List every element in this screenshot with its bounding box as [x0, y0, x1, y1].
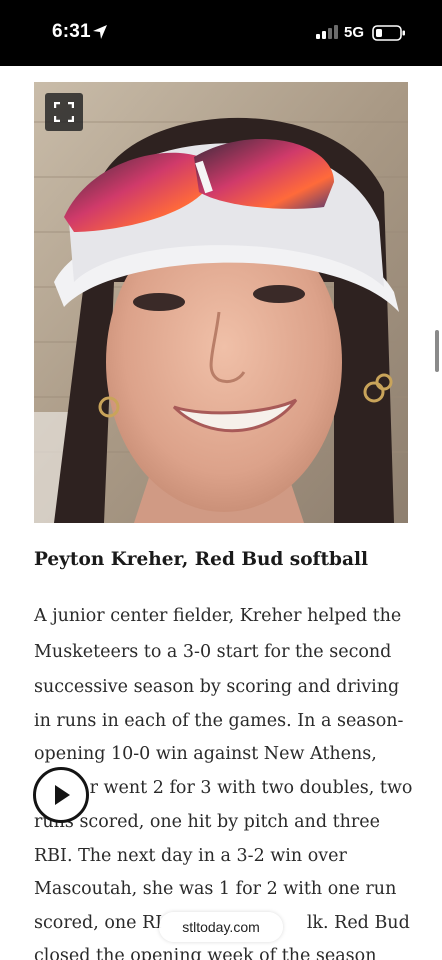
expand-photo-button[interactable] [45, 93, 83, 131]
play-audio-button[interactable] [33, 767, 89, 823]
article-line: Mascoutah, she was 1 for 2 with one run [34, 879, 397, 899]
article-photo[interactable] [34, 82, 408, 523]
status-time: 6:31 [52, 21, 91, 42]
article-line: closed the opening week of the season [34, 946, 377, 960]
article-line: runs scored, one hit by pitch and three [34, 812, 380, 832]
source-domain-pill[interactable]: stltoday.com [159, 912, 283, 942]
battery-icon [372, 25, 405, 41]
article-line: Musketeers to a 3-0 start for the second [34, 642, 392, 662]
network-label: 5G [344, 24, 365, 41]
article-line: in runs in each of the games. In a seaso… [34, 711, 404, 731]
article-headline: Peyton Kreher, Red Bud softball [34, 549, 369, 570]
article-line: A junior center fielder, Kreher helped t… [34, 606, 402, 626]
status-bar: 6:31 5G [0, 0, 442, 66]
expand-fullscreen-icon [54, 102, 74, 122]
play-icon [55, 785, 70, 805]
cellular-signal-icon [316, 25, 338, 39]
scrollbar-thumb[interactable] [435, 330, 439, 372]
article-line: successive season by scoring and driving [34, 677, 400, 697]
article-line: RBI. The next day in a 3-2 win over [34, 846, 347, 866]
article-line: r went 2 for 3 with two doubles, two [34, 778, 413, 798]
portrait-image [34, 82, 408, 523]
location-arrow-icon [93, 25, 107, 39]
article-line: opening 10-0 win against New Athens, [34, 744, 377, 764]
